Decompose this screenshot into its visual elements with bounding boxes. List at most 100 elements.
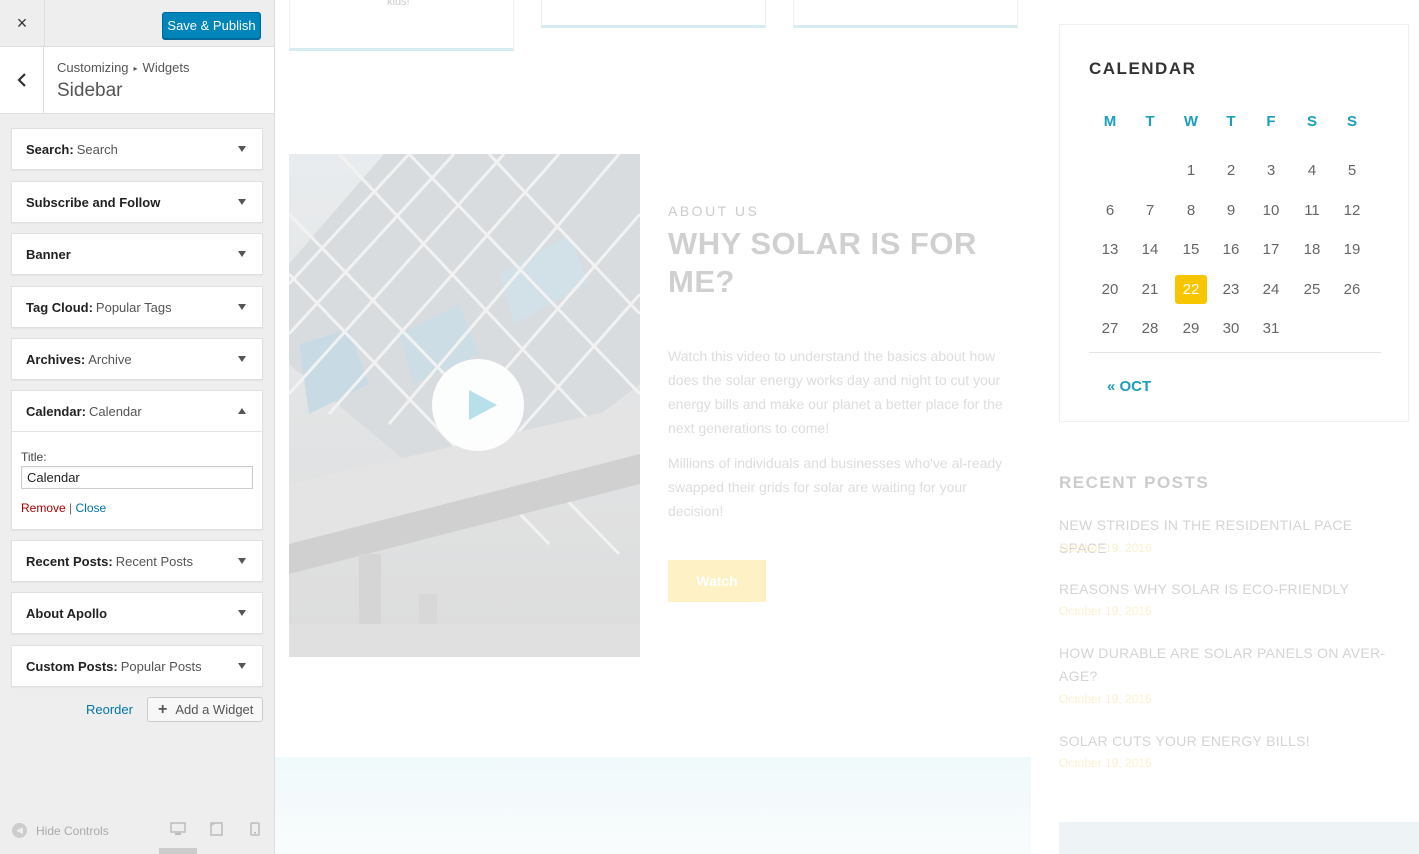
- calendar-day: 21: [1141, 281, 1159, 298]
- widget-type: Tag Cloud:: [26, 299, 93, 315]
- widget-header[interactable]: Recent Posts: Recent Posts: [12, 541, 262, 581]
- recent-post-date: October 19, 2016: [1059, 692, 1152, 706]
- widget-item: Subscribe and Follow: [11, 181, 263, 223]
- widget-title: Search: [76, 141, 118, 157]
- widget-header[interactable]: Archives: Archive: [12, 339, 262, 379]
- widget-title: Calendar: [88, 403, 142, 419]
- recent-post-link[interactable]: REASONS WHY SOLAR IS ECO-FRIENDLY: [1059, 578, 1404, 601]
- hide-controls-button[interactable]: ◀ Hide Controls: [12, 823, 109, 838]
- calendar-weekday: T: [1145, 113, 1155, 130]
- calendar-weekday: F: [1266, 113, 1276, 130]
- calendar-day: 13: [1101, 241, 1119, 258]
- calendar-day: 28: [1141, 320, 1159, 337]
- expand-arrow-icon[interactable]: [238, 199, 246, 205]
- calendar-day: 26: [1343, 281, 1361, 298]
- recent-post-date: October 19, 2016: [1059, 756, 1152, 770]
- title-label: Title:: [21, 450, 47, 464]
- widget-type: Recent Posts:: [26, 553, 113, 569]
- close-widget-link[interactable]: Close: [76, 501, 107, 515]
- calendar-day: 24: [1262, 281, 1280, 298]
- expand-arrow-icon[interactable]: [238, 558, 246, 564]
- service-card: kids!: [289, 0, 514, 51]
- widget-type: Search:: [26, 141, 74, 157]
- widget-header[interactable]: Banner: [12, 234, 262, 274]
- desktop-preview-icon[interactable]: [170, 822, 186, 836]
- remove-widget-link[interactable]: Remove: [21, 501, 66, 515]
- recent-post-link[interactable]: HOW DURABLE ARE SOLAR PANELS ON AVER-AGE…: [1059, 642, 1404, 688]
- calendar-day: 6: [1105, 202, 1115, 219]
- breadcrumb-separator-icon: ▸: [133, 64, 138, 73]
- close-customizer-button[interactable]: ×: [0, 0, 45, 47]
- customizer-sidebar: × Save & Publish Customizing ▸ Widgets Sid…: [0, 0, 275, 854]
- widget-header[interactable]: About Apollo: [12, 593, 262, 633]
- widget-type: Calendar:: [26, 403, 86, 419]
- widget-form: Title: Remove | Close: [12, 431, 262, 529]
- widget-title: Archive: [88, 351, 132, 367]
- watch-button[interactable]: Watch: [668, 560, 766, 602]
- calendar-weekday: T: [1226, 113, 1236, 130]
- about-paragraph-2: Millions of individuals and businesses w…: [668, 455, 1003, 519]
- widget-title: Popular Posts: [120, 658, 202, 674]
- widget-header[interactable]: Custom Posts: Popular Posts: [12, 646, 262, 686]
- widget-header[interactable]: Calendar: Calendar: [12, 391, 262, 431]
- sidebar-banner-image: [1059, 822, 1419, 854]
- calendar-day: 8: [1186, 202, 1196, 219]
- add-widget-button[interactable]: + Add a Widget: [147, 697, 263, 722]
- widget-actions: Remove | Close: [21, 501, 106, 515]
- calendar-prev-month-link[interactable]: « OCT: [1107, 378, 1151, 395]
- calendar-today: 22: [1175, 275, 1207, 304]
- calendar-day: 27: [1101, 320, 1119, 337]
- play-button[interactable]: [432, 359, 524, 451]
- calendar-weekday: S: [1346, 113, 1357, 130]
- add-widget-label: Add a Widget: [175, 702, 254, 717]
- widget-item: Banner: [11, 233, 263, 275]
- expand-arrow-icon[interactable]: [238, 146, 246, 152]
- expand-arrow-icon[interactable]: [238, 304, 246, 310]
- widget-header[interactable]: Search: Search: [12, 129, 262, 169]
- expand-arrow-icon[interactable]: [238, 663, 246, 669]
- close-icon: ×: [16, 13, 28, 33]
- expand-arrow-icon[interactable]: [238, 356, 246, 362]
- calendar-day: 5: [1347, 162, 1357, 179]
- calendar-day: 9: [1226, 202, 1236, 219]
- video-thumbnail[interactable]: [289, 154, 640, 657]
- expand-arrow-icon[interactable]: [238, 610, 246, 616]
- calendar-day: 30: [1222, 320, 1240, 337]
- calendar-day: 23: [1222, 281, 1240, 298]
- calendar-day: 20: [1101, 281, 1119, 298]
- breadcrumb-root: Customizing: [57, 60, 129, 75]
- panel-title: Sidebar: [57, 80, 123, 101]
- calendar-weekday: M: [1103, 113, 1117, 130]
- calendar-day: 29: [1182, 320, 1200, 337]
- save-publish-button[interactable]: Save & Publish: [162, 12, 261, 39]
- widget-header[interactable]: Subscribe and Follow: [12, 182, 262, 222]
- back-button[interactable]: [0, 47, 44, 113]
- calendar-day: 18: [1303, 241, 1321, 258]
- widget-item: Archives: Archive: [11, 338, 263, 380]
- widget-type: Banner: [26, 246, 71, 262]
- widget-item: Calendar:Calendar Title: Remove | Close: [11, 390, 263, 530]
- widget-title-input[interactable]: [21, 466, 253, 489]
- calendar-day: 15: [1182, 241, 1200, 258]
- tablet-preview-icon[interactable]: [210, 822, 223, 836]
- mobile-preview-icon[interactable]: [250, 822, 260, 836]
- widget-item: About Apollo: [11, 592, 263, 634]
- calendar-day: 10: [1262, 202, 1280, 219]
- recent-post-date: October 19, 2016: [1059, 604, 1152, 618]
- widget-item: Custom Posts: Popular Posts: [11, 645, 263, 687]
- collapse-arrow-icon[interactable]: [238, 408, 246, 414]
- calendar-day: 25: [1303, 281, 1321, 298]
- reorder-link[interactable]: Reorder: [86, 702, 133, 717]
- calendar-day: 31: [1262, 320, 1280, 337]
- plus-icon: +: [158, 700, 168, 718]
- widget-title: Popular Tags: [95, 299, 172, 315]
- panel-title-section: Customizing ▸ Widgets Sidebar: [0, 47, 274, 114]
- recent-post-link[interactable]: SOLAR CUTS YOUR ENERGY BILLS!: [1059, 730, 1404, 753]
- expand-arrow-icon[interactable]: [238, 251, 246, 257]
- calendar-day: 4: [1307, 162, 1317, 179]
- calendar-day: 12: [1343, 202, 1361, 219]
- calendar-widget: CALENDAR M T W T F S S 1 2 3 4 5 6 7 8 9 10 11 12 13 14 15 16 1…: [1059, 24, 1409, 422]
- customizer-footer: ◀ Hide Controls: [0, 812, 274, 854]
- widget-header[interactable]: Tag Cloud: Popular Tags: [12, 287, 262, 327]
- widget-type: Custom Posts:: [26, 658, 118, 674]
